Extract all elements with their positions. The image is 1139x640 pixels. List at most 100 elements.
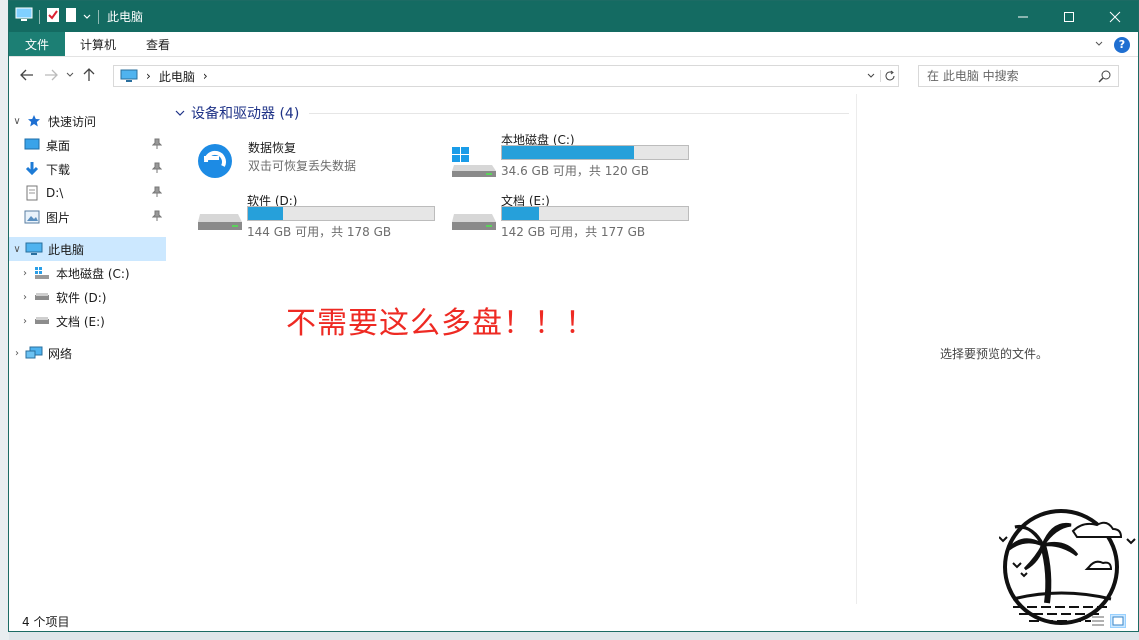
preview-message: 选择要预览的文件。 <box>940 347 1049 361</box>
drive-usage-bar <box>247 206 435 221</box>
title-bar: 此电脑 <box>9 1 1138 32</box>
star-icon <box>25 113 43 129</box>
nav-item-quick-access[interactable]: ∨ 快速访问 <box>9 109 166 133</box>
search-box[interactable] <box>918 65 1119 87</box>
close-button[interactable] <box>1092 1 1138 32</box>
nav-label: 本地磁盘 (C:) <box>56 266 130 281</box>
computer-icon <box>15 7 33 26</box>
forward-button[interactable] <box>39 69 63 81</box>
back-button[interactable] <box>15 69 39 81</box>
address-history-button[interactable] <box>862 71 880 81</box>
palm-tree-watermark-logo <box>998 503 1138 631</box>
chevron-right-icon[interactable]: › <box>17 292 33 303</box>
chevron-right-icon[interactable]: › <box>17 316 33 327</box>
computer-icon <box>120 69 138 82</box>
nav-label: 网络 <box>48 346 73 361</box>
nav-label: 桌面 <box>46 138 71 153</box>
pin-icon[interactable] <box>151 162 163 177</box>
close-icon <box>1109 11 1121 22</box>
drive-usage-bar <box>501 206 689 221</box>
pin-icon[interactable] <box>151 138 163 153</box>
nav-item-downloads[interactable]: 下载 <box>9 157 166 181</box>
minimize-icon <box>1018 16 1028 17</box>
chevron-down-icon[interactable] <box>82 10 92 24</box>
group-header-devices[interactable]: 设备和驱动器 (4) <box>175 103 299 123</box>
arrow-right-icon <box>45 69 58 81</box>
window-controls <box>1000 1 1138 32</box>
breadcrumb: › 此电脑 › <box>120 68 208 85</box>
item-drive-e[interactable]: 文档 (E:) 142 GB 可用，共 177 GB <box>450 192 700 246</box>
ribbon-tabs: 文件 计算机 查看 ? <box>9 32 1138 57</box>
nav-item-pictures[interactable]: 图片 <box>9 205 166 229</box>
nav-label: 图片 <box>46 210 71 225</box>
nav-item-d-drive-shortcut[interactable]: D:\ <box>9 181 166 205</box>
chevron-right-icon[interactable]: › <box>17 268 33 279</box>
maximize-button[interactable] <box>1046 1 1092 32</box>
drive-icon <box>33 289 51 305</box>
maximize-icon <box>1064 11 1074 22</box>
nav-item-drive-c[interactable]: › 本地磁盘 (C:) <box>9 261 166 285</box>
up-button[interactable] <box>77 68 101 82</box>
chevron-down-icon[interactable]: ∨ <box>9 244 25 255</box>
document-icon <box>23 185 41 201</box>
windows-drive-icon <box>33 265 51 281</box>
breadcrumb-this-pc[interactable]: 此电脑 <box>159 68 195 85</box>
drive-usage-fill <box>502 146 635 159</box>
item-capacity: 142 GB 可用，共 177 GB <box>501 225 646 239</box>
arrow-up-icon <box>83 68 95 81</box>
nav-item-this-pc[interactable]: ∨ 此电脑 <box>9 237 166 261</box>
new-folder-icon[interactable] <box>64 7 78 26</box>
properties-icon[interactable] <box>46 7 60 26</box>
item-count: 4 个项目 <box>22 614 70 629</box>
chevron-down-icon[interactable]: ∨ <box>9 116 25 127</box>
search-icon[interactable] <box>1098 69 1112 86</box>
data-recovery-icon <box>195 141 243 185</box>
pictures-icon <box>23 209 41 225</box>
chevron-down-icon <box>175 110 185 116</box>
arrow-left-icon <box>20 69 33 81</box>
desktop-icon <box>23 137 41 153</box>
tab-file[interactable]: 文件 <box>9 32 66 56</box>
pin-icon[interactable] <box>151 186 163 201</box>
nav-item-drive-e[interactable]: › 文档 (E:) <box>9 309 166 333</box>
nav-label: 文档 (E:) <box>56 314 105 329</box>
content-area: 设备和驱动器 (4) 数据恢复 双击可恢复丢失数据 本地磁盘 (C:) 34.6… <box>173 97 855 603</box>
download-icon <box>23 161 41 177</box>
file-explorer-window: 此电脑 文件 计算机 查看 ? › 此电脑 › 在 此电脑 中搜索 ∨ 快速访问… <box>8 0 1139 632</box>
drive-usage-fill <box>248 207 284 220</box>
computer-icon <box>25 241 43 257</box>
nav-label: 下载 <box>46 162 71 177</box>
windows-drive-icon <box>450 135 498 179</box>
refresh-button[interactable] <box>880 70 898 82</box>
recent-locations-button[interactable] <box>63 71 77 79</box>
network-icon <box>25 345 43 361</box>
expand-ribbon-button[interactable] <box>1094 38 1104 52</box>
item-data-recovery[interactable]: 数据恢复 双击可恢复丢失数据 <box>195 137 445 191</box>
tab-view[interactable]: 查看 <box>131 32 185 56</box>
pin-icon[interactable] <box>151 210 163 225</box>
nav-label: 软件 (D:) <box>56 290 107 305</box>
minimize-button[interactable] <box>1000 1 1046 32</box>
item-capacity: 34.6 GB 可用，共 120 GB <box>501 164 649 178</box>
nav-item-network[interactable]: › 网络 <box>9 341 166 365</box>
drive-icon <box>450 196 498 240</box>
item-capacity: 144 GB 可用，共 178 GB <box>247 225 392 239</box>
tab-computer[interactable]: 计算机 <box>65 32 131 56</box>
item-drive-c[interactable]: 本地磁盘 (C:) 34.6 GB 可用，共 120 GB <box>450 131 700 185</box>
refresh-icon <box>885 70 894 81</box>
drive-usage-bar <box>501 145 689 160</box>
help-button[interactable]: ? <box>1114 36 1130 53</box>
breadcrumb-separator-icon[interactable]: › <box>146 69 151 83</box>
nav-item-drive-d[interactable]: › 软件 (D:) <box>9 285 166 309</box>
address-bar[interactable]: › 此电脑 › <box>113 65 899 87</box>
chevron-down-icon <box>66 72 74 77</box>
item-name: 数据恢复 <box>248 141 297 155</box>
item-drive-d[interactable]: 软件 (D:) 144 GB 可用，共 178 GB <box>196 192 446 246</box>
window-title: 此电脑 <box>107 10 144 24</box>
nav-label: D:\ <box>46 186 64 200</box>
chevron-right-icon[interactable]: › <box>9 348 25 359</box>
nav-label: 快速访问 <box>48 114 97 129</box>
search-input[interactable] <box>927 69 1097 83</box>
breadcrumb-separator-icon[interactable]: › <box>203 69 208 83</box>
nav-item-desktop[interactable]: 桌面 <box>9 133 166 157</box>
